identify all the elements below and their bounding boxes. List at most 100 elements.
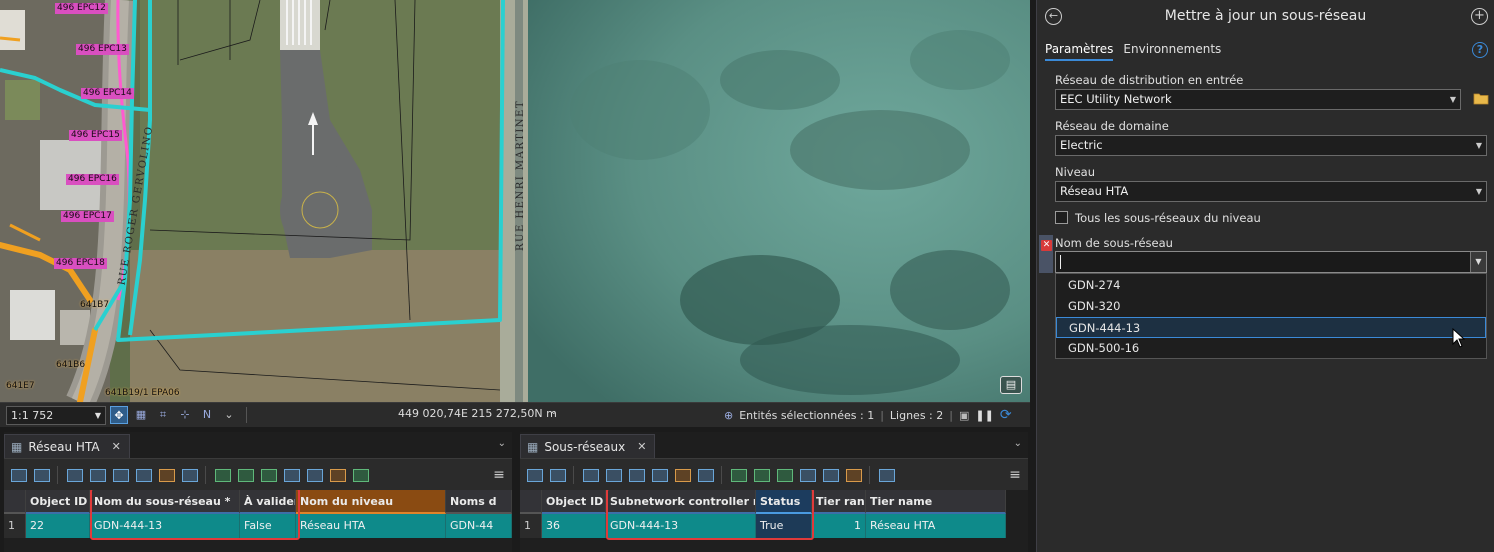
snapping-icon[interactable]: ⌗ xyxy=(154,406,172,424)
delete-selection-icon[interactable] xyxy=(156,465,176,485)
subnetworks-grid: Object ID * Subnetwork controller n... S… xyxy=(520,490,1028,552)
dropdown-option[interactable]: GDN-444-13 xyxy=(1056,317,1486,338)
chevron-down-icon[interactable]: ⌄ xyxy=(1014,438,1022,449)
column-header[interactable]: Tier name xyxy=(866,490,1006,514)
copy-selection-icon[interactable] xyxy=(179,465,199,485)
chevron-down-icon[interactable]: ⌄ xyxy=(550,407,558,417)
cell-status[interactable]: True xyxy=(756,514,812,538)
select-by-attributes-icon[interactable] xyxy=(580,465,600,485)
add-field-icon[interactable] xyxy=(524,465,544,485)
copy-highlight-icon[interactable] xyxy=(843,465,863,485)
tier-combo[interactable]: Réseau HTA ▼ xyxy=(1055,181,1487,202)
refresh-settings-icon[interactable]: ▣ xyxy=(959,409,969,422)
table-row[interactable]: 1 36 GDN-444-13 True 1 Réseau HTA xyxy=(520,514,1006,538)
row-number[interactable]: 1 xyxy=(520,514,542,538)
column-header[interactable]: À valider xyxy=(240,490,296,514)
cell-subnetwork-names[interactable]: GDN-44 xyxy=(446,514,512,538)
column-header[interactable]: Object ID * xyxy=(26,490,90,514)
clear-selection-icon[interactable] xyxy=(649,465,669,485)
scale-selector[interactable]: 1:1 752 ▼ xyxy=(6,405,106,425)
highlight-icon[interactable] xyxy=(212,465,232,485)
clear-selection-icon[interactable] xyxy=(133,465,153,485)
cell-tier-name[interactable]: Réseau HTA xyxy=(866,514,1006,538)
constraints-icon[interactable]: ⊹ xyxy=(176,406,194,424)
menu-icon[interactable]: ≡ xyxy=(1006,466,1024,484)
cell-object-id[interactable]: 36 xyxy=(542,514,606,538)
map-view[interactable]: 496 EPC12 496 EPC13 496 EPC14 496 EPC15 … xyxy=(0,0,1030,402)
zoom-to-selection-icon[interactable] xyxy=(603,465,623,485)
field-view-icon[interactable] xyxy=(350,465,370,485)
domain-network-combo[interactable]: Electric ▼ xyxy=(1055,135,1487,156)
delete-highlight-icon[interactable] xyxy=(304,465,324,485)
table-row[interactable]: 1 22 GDN-444-13 False Réseau HTA GDN-44 xyxy=(4,514,512,538)
cell-subnetwork-name[interactable]: GDN-444-13 xyxy=(90,514,240,538)
navigate-icon[interactable]: ✥ xyxy=(110,406,128,424)
dropdown-option[interactable]: GDN-320 xyxy=(1056,296,1486,317)
tab-reseau-hta[interactable]: ▦ Réseau HTA ✕ xyxy=(4,434,130,458)
cell-object-id[interactable]: 22 xyxy=(26,514,90,538)
delete-highlight-icon[interactable] xyxy=(820,465,840,485)
chevron-down-icon[interactable]: ⌄ xyxy=(498,438,506,449)
delete-selection-icon[interactable] xyxy=(672,465,692,485)
switch-highlight-icon[interactable] xyxy=(258,465,278,485)
dropdown-option[interactable]: GDN-274 xyxy=(1056,275,1486,296)
menu-icon[interactable]: ≡ xyxy=(490,466,508,484)
chevron-down-icon: ▼ xyxy=(1475,141,1482,150)
north-arrow-icon[interactable]: N xyxy=(198,406,216,424)
tab-environments[interactable]: Environnements xyxy=(1123,42,1221,61)
column-header[interactable]: Tier rank xyxy=(812,490,866,514)
column-header[interactable]: Object ID * xyxy=(542,490,606,514)
add-icon[interactable]: + xyxy=(1471,8,1488,25)
coordinates-readout: 449 020,74E 215 272,50N m xyxy=(398,407,557,420)
selected-features-count[interactable]: Entités sélectionnées : 1 xyxy=(739,409,874,422)
grid-icon[interactable]: ▦ xyxy=(132,406,150,424)
tab-sous-reseaux[interactable]: ▦ Sous-réseaux ✕ xyxy=(520,434,656,458)
chevron-down-icon[interactable]: ⌄ xyxy=(220,406,238,424)
help-icon[interactable]: ? xyxy=(1472,42,1488,58)
chevron-down-icon[interactable]: ▼ xyxy=(1470,252,1486,272)
cell-to-validate[interactable]: False xyxy=(240,514,296,538)
reduce-highlight-icon[interactable] xyxy=(797,465,817,485)
folder-icon[interactable] xyxy=(1473,92,1489,105)
table-toolbar: ≡ xyxy=(4,458,512,490)
cell-controller-name[interactable]: GDN-444-13 xyxy=(606,514,756,538)
column-header[interactable]: Noms d xyxy=(446,490,512,514)
column-header[interactable]: Subnetwork controller n... xyxy=(606,490,756,514)
column-header[interactable]: Nom du sous-réseau * xyxy=(90,490,240,514)
layers-icon[interactable]: ▤ xyxy=(1000,376,1022,394)
selection-icon[interactable]: ⊕ xyxy=(724,409,733,422)
column-header[interactable]: Nom du niveau xyxy=(296,490,446,514)
tab-parameters[interactable]: Paramètres xyxy=(1045,42,1114,61)
column-header[interactable]: Status xyxy=(756,490,812,514)
pause-icon[interactable]: ❚❚ xyxy=(975,409,993,422)
copy-highlight-icon[interactable] xyxy=(327,465,347,485)
close-icon[interactable]: ✕ xyxy=(637,440,646,453)
all-subnetworks-label[interactable]: Tous les sous-réseaux du niveau xyxy=(1075,211,1261,225)
calculate-field-icon[interactable] xyxy=(547,465,567,485)
unhighlight-icon[interactable] xyxy=(751,465,771,485)
all-subnetworks-checkbox[interactable] xyxy=(1055,211,1068,224)
copy-selection-icon[interactable] xyxy=(695,465,715,485)
export-icon[interactable] xyxy=(876,465,896,485)
close-icon[interactable]: ✕ xyxy=(112,440,121,453)
reduce-highlight-icon[interactable] xyxy=(281,465,301,485)
subnetwork-name-input[interactable]: ▼ xyxy=(1055,251,1487,273)
lines-count[interactable]: Lignes : 2 xyxy=(890,409,943,422)
tier-label: Niveau xyxy=(1055,165,1096,179)
add-field-icon[interactable] xyxy=(8,465,28,485)
dropdown-option[interactable]: GDN-500-16 xyxy=(1056,338,1486,359)
row-number[interactable]: 1 xyxy=(4,514,26,538)
cell-tier-rank[interactable]: 1 xyxy=(812,514,866,538)
input-network-combo[interactable]: EEC Utility Network ▼ xyxy=(1055,89,1461,110)
zoom-to-selection-icon[interactable] xyxy=(87,465,107,485)
cell-tier-name[interactable]: Réseau HTA xyxy=(296,514,446,538)
switch-highlight-icon[interactable] xyxy=(774,465,794,485)
unhighlight-icon[interactable] xyxy=(235,465,255,485)
switch-selection-icon[interactable] xyxy=(626,465,646,485)
error-icon[interactable]: ✕ xyxy=(1041,240,1052,251)
switch-selection-icon[interactable] xyxy=(110,465,130,485)
highlight-icon[interactable] xyxy=(728,465,748,485)
calculate-field-icon[interactable] xyxy=(31,465,51,485)
select-by-attributes-icon[interactable] xyxy=(64,465,84,485)
refresh-icon[interactable]: ⟳ xyxy=(1000,407,1012,423)
